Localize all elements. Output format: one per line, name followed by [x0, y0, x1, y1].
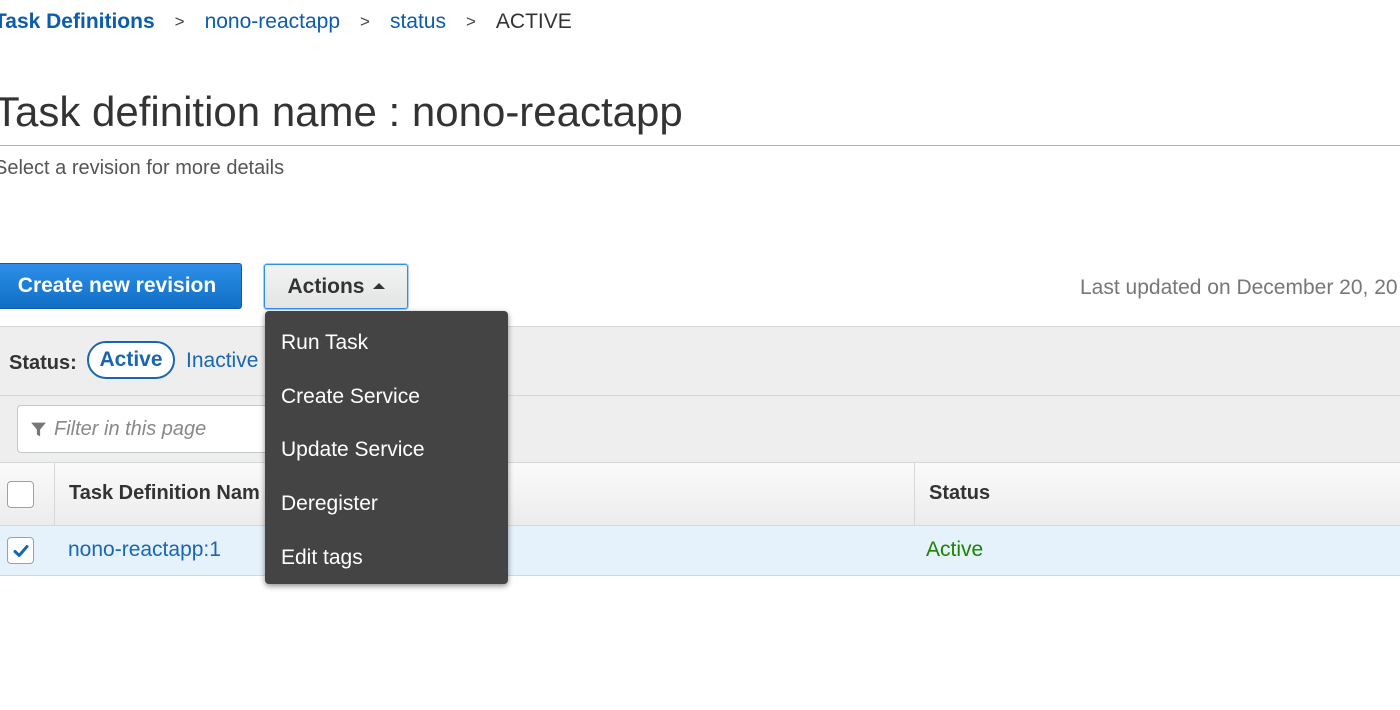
title-divider: [0, 145, 1400, 146]
menu-item-edit-tags[interactable]: Edit tags: [265, 531, 508, 585]
actions-button[interactable]: Actions: [264, 264, 408, 309]
breadcrumb-separator: >: [360, 12, 370, 31]
caret-up-icon: [372, 282, 385, 289]
column-divider: [914, 462, 915, 526]
last-updated-text: Last updated on December 20, 20: [1080, 276, 1398, 299]
menu-item-update-service[interactable]: Update Service: [265, 424, 508, 478]
breadcrumb-task-definitions[interactable]: Task Definitions: [0, 10, 155, 34]
panel-divider: [0, 395, 1400, 396]
checkmark-icon: [13, 544, 28, 557]
filter-funnel-icon: [30, 420, 48, 438]
task-definition-link[interactable]: nono-reactapp:1: [68, 538, 221, 562]
menu-item-run-task[interactable]: Run Task: [265, 316, 508, 370]
create-new-revision-button[interactable]: Create new revision: [0, 263, 242, 309]
row-status: Active: [926, 538, 984, 561]
page-subtitle: Select a revision for more details: [0, 157, 285, 179]
page-title: Task definition name : nono-reactapp: [0, 88, 683, 135]
ecs-task-definition-page: Task Definitions > nono-reactapp > statu…: [0, 0, 1400, 710]
column-header-status[interactable]: Status: [929, 482, 990, 505]
actions-dropdown-menu: Run Task Create Service Update Service D…: [265, 311, 508, 584]
row-checkbox[interactable]: [7, 537, 34, 564]
filter-input[interactable]: [54, 417, 254, 441]
breadcrumb-separator: >: [465, 12, 476, 31]
column-header-name[interactable]: Task Definition Nam: [69, 482, 260, 505]
breadcrumb-task-name[interactable]: nono-reactapp: [205, 10, 340, 34]
filter-box[interactable]: [17, 405, 277, 453]
breadcrumb: Task Definitions > nono-reactapp > statu…: [0, 10, 572, 34]
status-inactive-link[interactable]: Inactive: [186, 349, 258, 373]
menu-item-deregister[interactable]: Deregister: [265, 477, 508, 531]
breadcrumb-current: ACTIVE: [495, 10, 572, 33]
breadcrumb-separator: >: [174, 12, 185, 31]
status-filter-label: Status:: [9, 352, 77, 374]
actions-button-label: Actions: [287, 274, 365, 298]
status-active-pill[interactable]: Active: [87, 341, 175, 379]
breadcrumb-status[interactable]: status: [390, 10, 446, 34]
menu-item-create-service[interactable]: Create Service: [265, 370, 508, 424]
select-all-checkbox[interactable]: [7, 481, 34, 508]
